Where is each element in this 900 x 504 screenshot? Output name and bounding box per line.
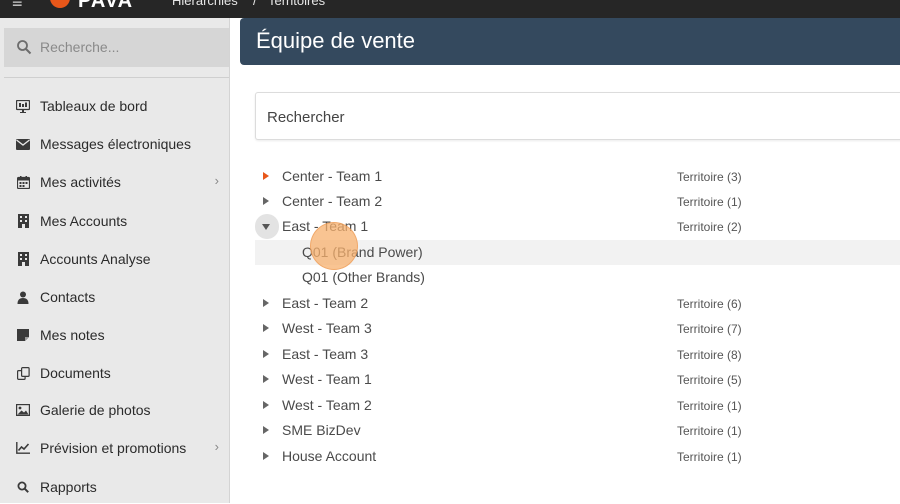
tree-node-label: East - Team 3 — [282, 346, 369, 362]
tree-node[interactable]: House Account Territoire (1) — [255, 444, 900, 469]
tree-node-label: East - Team 1 — [282, 218, 369, 234]
tree-node-label: East - Team 2 — [282, 295, 369, 311]
sidebar-item-label: Mes Accounts — [40, 213, 128, 229]
sidebar-item-my-notes[interactable]: Mes notes — [4, 318, 229, 352]
sidebar-item-label: Rapports — [40, 479, 97, 495]
hamburger-menu-icon[interactable]: ≡ — [12, 0, 23, 13]
building-icon — [4, 252, 40, 266]
tree-node-label: Center - Team 1 — [282, 168, 383, 184]
caret-right-icon[interactable] — [263, 197, 269, 205]
tree-node[interactable]: SME BizDev Territoire (1) — [255, 418, 900, 443]
search-icon — [17, 40, 32, 55]
sidebar-item-photo-gallery[interactable]: Galerie de photos — [4, 393, 229, 427]
territory-count: Territoire (6) — [677, 297, 742, 311]
sidebar-item-label: Prévision et promotions — [40, 440, 187, 456]
caret-right-icon[interactable] — [263, 452, 269, 460]
sidebar-search — [4, 28, 229, 67]
caret-right-icon[interactable] — [263, 172, 269, 180]
tree-search — [255, 92, 900, 140]
sidebar-item-label: Tableaux de bord — [40, 98, 148, 114]
sidebar-item-label: Contacts — [40, 289, 96, 305]
caret-right-icon[interactable] — [263, 350, 269, 358]
territory-count: Territoire (1) — [677, 450, 742, 464]
building-icon — [4, 214, 40, 228]
sidebar-item-label: Documents — [40, 365, 111, 381]
tree-node-label: West - Team 3 — [282, 320, 372, 336]
sidebar-item-contacts[interactable]: Contacts — [4, 280, 229, 314]
app-logo[interactable]: PAVA — [78, 0, 133, 13]
tree-child-node[interactable]: Q01 (Other Brands) — [255, 265, 900, 290]
image-icon — [4, 404, 40, 416]
search-icon — [4, 481, 40, 493]
sidebar-item-dashboards[interactable]: Tableaux de bord — [4, 89, 229, 123]
territory-count: Territoire (1) — [677, 424, 742, 438]
dashboard-icon — [4, 99, 40, 113]
sidebar-item-accounts-analysis[interactable]: Accounts Analyse — [4, 242, 229, 276]
chevron-right-icon: › — [214, 173, 219, 188]
tree-child-node-selected[interactable]: Q01 (Brand Power) — [255, 240, 900, 265]
sidebar-item-emails[interactable]: Messages électroniques — [4, 127, 229, 161]
chart-line-icon — [4, 442, 40, 454]
caret-down-icon[interactable] — [262, 224, 270, 230]
tree-node[interactable]: East - Team 2 Territoire (6) — [255, 291, 900, 316]
territory-count: Territoire (3) — [677, 170, 742, 184]
documents-icon — [4, 366, 40, 380]
sidebar-item-label: Mes notes — [40, 327, 105, 343]
sidebar-item-label: Mes activités — [40, 174, 121, 190]
caret-right-icon[interactable] — [263, 375, 269, 383]
tree-search-input[interactable] — [267, 106, 867, 128]
territory-count: Territoire (1) — [677, 399, 742, 413]
tree-node-expanded[interactable]: East - Team 1 Territoire (2) — [255, 214, 900, 239]
breadcrumb-item-hierarchies[interactable]: Hiérarchies — [172, 0, 238, 8]
tree-node-label: Q01 (Other Brands) — [302, 269, 425, 285]
sidebar-item-my-activities[interactable]: Mes activités › — [4, 165, 229, 199]
sidebar-item-label: Galerie de photos — [40, 402, 151, 418]
top-navigation-bar: ≡ PAVA Hiérarchies / Territoires — [0, 0, 900, 18]
sidebar: Tableaux de bord Messages électroniques … — [0, 18, 230, 503]
sidebar-item-documents[interactable]: Documents — [4, 356, 229, 390]
caret-right-icon[interactable] — [263, 401, 269, 409]
territory-count: Territoire (1) — [677, 195, 742, 209]
note-icon — [4, 329, 40, 341]
territory-count: Territoire (2) — [677, 220, 742, 234]
breadcrumb-separator: / — [253, 0, 257, 8]
sidebar-divider — [4, 77, 229, 78]
caret-right-icon[interactable] — [263, 426, 269, 434]
calendar-icon — [4, 175, 40, 189]
breadcrumb-item-territories[interactable]: Territoires — [268, 0, 325, 8]
tree-node-label: House Account — [282, 448, 377, 464]
tree-node[interactable]: Center - Team 1 Territoire (3) — [255, 164, 900, 189]
tree-node[interactable]: Center - Team 2 Territoire (1) — [255, 189, 900, 214]
territory-count: Territoire (5) — [677, 373, 742, 387]
tree-node-label: West - Team 2 — [282, 397, 372, 413]
tree-node-label: Q01 (Brand Power) — [302, 244, 423, 260]
caret-right-icon[interactable] — [263, 324, 269, 332]
tree-node-label: West - Team 1 — [282, 371, 372, 387]
tree-node[interactable]: West - Team 1 Territoire (5) — [255, 367, 900, 392]
tree-node[interactable]: West - Team 2 Territoire (1) — [255, 393, 900, 418]
envelope-icon — [4, 138, 40, 150]
tree-node[interactable]: West - Team 3 Territoire (7) — [255, 316, 900, 341]
chevron-right-icon: › — [214, 439, 219, 454]
sidebar-item-my-accounts[interactable]: Mes Accounts — [4, 204, 229, 238]
caret-right-icon[interactable] — [263, 299, 269, 307]
sidebar-item-forecast-promotions[interactable]: Prévision et promotions › — [4, 431, 229, 465]
territory-count: Territoire (7) — [677, 322, 742, 336]
sidebar-item-label: Accounts Analyse — [40, 251, 151, 267]
tree-node-label: Center - Team 2 — [282, 193, 383, 209]
tree-node[interactable]: East - Team 3 Territoire (8) — [255, 342, 900, 367]
person-icon — [4, 291, 40, 304]
territory-count: Territoire (8) — [677, 348, 742, 362]
page-title: Équipe de vente — [256, 28, 416, 53]
page-header: Équipe de vente — [240, 18, 900, 65]
sidebar-item-reports[interactable]: Rapports — [4, 470, 229, 504]
tree-node-label: SME BizDev — [282, 422, 361, 438]
logo-mark — [50, 0, 70, 8]
sidebar-search-input[interactable] — [40, 36, 220, 58]
sidebar-item-label: Messages électroniques — [40, 136, 191, 152]
